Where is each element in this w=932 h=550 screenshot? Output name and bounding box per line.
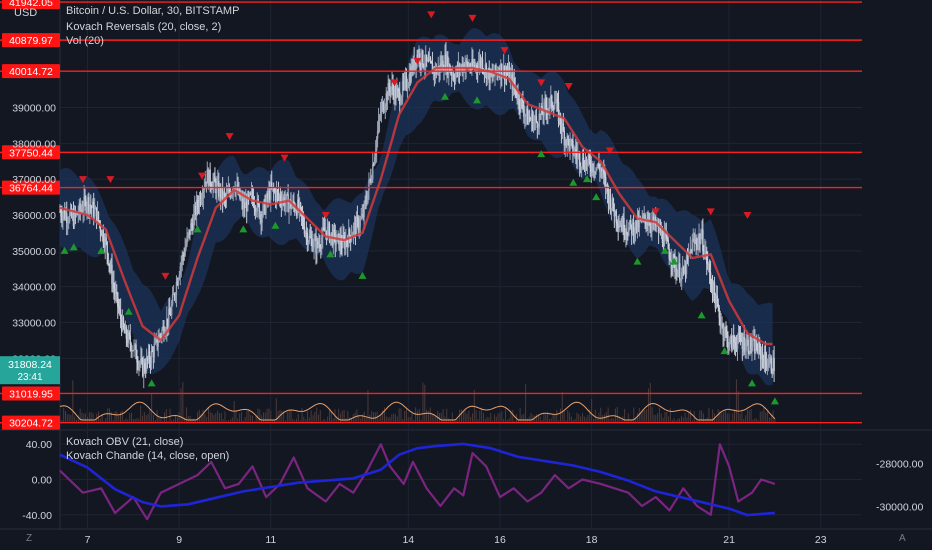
candle-body xyxy=(313,240,315,248)
legend-kovach-chande[interactable]: Kovach Chande (14, close, open) xyxy=(66,450,229,462)
candle-body xyxy=(97,211,100,221)
candle-body xyxy=(153,343,156,358)
price-tick-label: 35000.00 xyxy=(12,246,56,258)
last-price-label: 31808.2423:41 xyxy=(0,356,60,385)
price-tick-label: 34000.00 xyxy=(12,282,56,294)
candle-body xyxy=(150,350,153,364)
price-tick-label: 39000.00 xyxy=(12,103,56,115)
candle-body xyxy=(630,220,632,225)
time-tick-label: 9 xyxy=(176,534,182,546)
last-price-value: 31808.24 xyxy=(8,359,52,371)
legend-volume[interactable]: Vol (20) xyxy=(66,35,104,47)
osc-tick-label: -40.00 xyxy=(22,510,52,522)
time-tick-label: 14 xyxy=(402,534,414,546)
level-label: 31019.95 xyxy=(9,388,53,400)
candle-body xyxy=(335,241,337,245)
trading-chart[interactable]: 41942.0540879.9740014.7237750.4436764.44… xyxy=(0,0,932,550)
level-label: 40879.97 xyxy=(9,35,53,47)
candle-body xyxy=(422,50,424,66)
obv-tick-label: -30000.00 xyxy=(876,501,923,513)
candle-body xyxy=(171,294,174,305)
symbol-title[interactable]: Bitcoin / U.S. Dollar, 30, BITSTAMP xyxy=(66,5,239,17)
time-tick-label: 18 xyxy=(586,534,598,546)
time-tick-label: 7 xyxy=(85,534,91,546)
time-tick-label: 16 xyxy=(494,534,506,546)
price-tick-label: 36000.00 xyxy=(12,210,56,222)
time-tick-label: 21 xyxy=(723,534,735,546)
candle-body xyxy=(773,357,775,371)
price-tick-label: 38000.00 xyxy=(12,138,56,150)
obv-tick-label: -28000.00 xyxy=(876,458,923,470)
time-tick-label: 23 xyxy=(815,534,827,546)
candle-body xyxy=(93,208,96,217)
candle-body xyxy=(679,263,681,281)
timezone-toggle[interactable]: Z xyxy=(26,533,32,544)
osc-tick-label: 0.00 xyxy=(32,475,53,487)
candle-body xyxy=(348,229,351,236)
price-tick-label: 37000.00 xyxy=(12,174,56,186)
currency-label[interactable]: USD xyxy=(14,7,37,19)
legend-kovach-reversals[interactable]: Kovach Reversals (20, close, 2) xyxy=(66,21,221,33)
auto-scale-toggle[interactable]: A xyxy=(899,533,906,544)
candle-body xyxy=(106,241,108,254)
candle-body xyxy=(553,102,556,110)
last-price-countdown: 23:41 xyxy=(17,372,42,383)
candle-body xyxy=(107,253,109,264)
time-tick-label: 11 xyxy=(265,534,276,546)
legend-kovach-obv[interactable]: Kovach OBV (21, close) xyxy=(66,436,183,448)
level-label: 30204.72 xyxy=(9,418,53,430)
level-label: 40014.72 xyxy=(9,66,53,78)
price-tick-label: 33000.00 xyxy=(12,318,56,330)
candle-body xyxy=(747,339,749,352)
osc-tick-label: 40.00 xyxy=(26,439,52,451)
